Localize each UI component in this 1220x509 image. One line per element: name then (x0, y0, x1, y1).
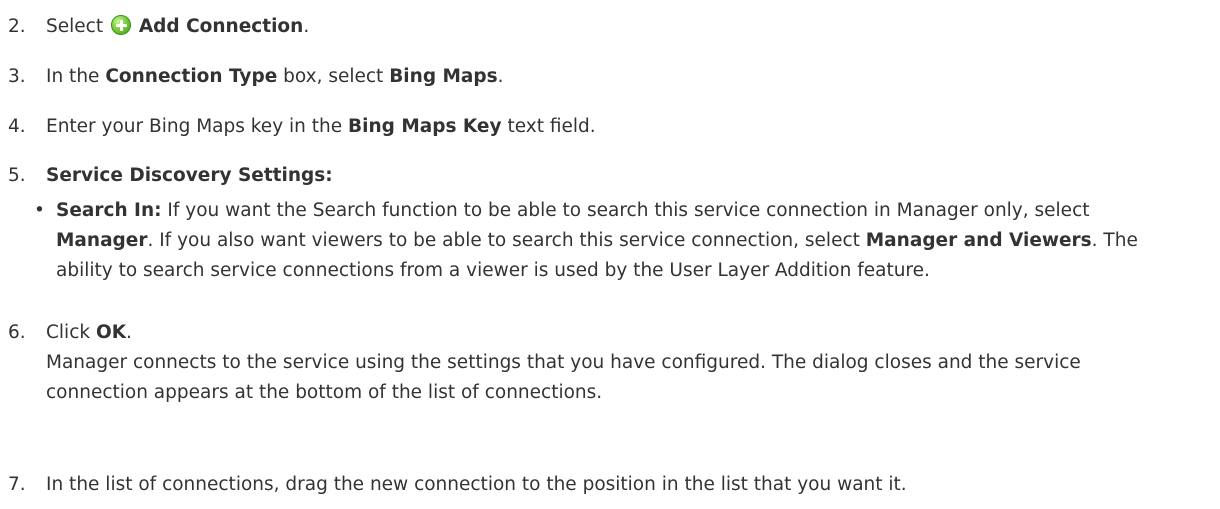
connection-type-label: Connection Type (105, 66, 278, 87)
add-connection-label: Add Connection (138, 16, 304, 37)
punctuation: . (126, 322, 132, 343)
step-number: 7. (8, 474, 26, 495)
step-3: 3. In the Connection Type box, select Bin… (8, 62, 1210, 92)
step-text: Click (46, 322, 91, 343)
search-in-bullet: • Search In: If you want the Search func… (34, 196, 1180, 286)
step-6: 6. Click OK. (8, 318, 1210, 348)
step-text: box, select (283, 66, 384, 87)
punctuation: . (303, 16, 310, 37)
step-text: In the list of connections, drag the new… (46, 474, 907, 495)
manager-and-viewers-label: Manager and Viewers (865, 230, 1092, 251)
bing-maps-label: Bing Maps (389, 66, 498, 87)
step-number: 2. (8, 16, 26, 37)
bullet-text: . If you also want viewers to be able to… (147, 230, 860, 251)
step-6-description: Manager connects to the service using th… (46, 352, 1081, 403)
step-text: text field. (507, 116, 596, 137)
step-5: 5. Service Discovery Settings: (8, 161, 1210, 191)
step-text: Select (46, 16, 104, 37)
step-number: 4. (8, 116, 26, 137)
add-connection-icon (110, 15, 131, 35)
service-discovery-heading: Service Discovery Settings: (46, 165, 333, 186)
step-7: 7. In the list of connections, drag the n… (8, 470, 1210, 500)
bullet-dot: • (34, 200, 45, 221)
step-number: 3. (8, 66, 26, 87)
manager-label: Manager (56, 230, 148, 251)
punctuation: . (497, 66, 504, 87)
ok-label: OK (95, 322, 127, 343)
step-text: Enter your Bing Maps key in the (46, 116, 343, 137)
step-number: 5. (8, 165, 26, 186)
bullet-text: If you want the Search function to be ab… (167, 200, 1090, 221)
step-number: 6. (8, 322, 26, 343)
bing-maps-key-label: Bing Maps Key (348, 116, 502, 137)
step-text: In the (46, 66, 100, 87)
search-in-label: Search In: (56, 200, 162, 221)
step-4: 4. Enter your Bing Maps key in the Bing M… (8, 112, 1210, 142)
step-2: 2. Select Add Connection. (8, 12, 1210, 42)
